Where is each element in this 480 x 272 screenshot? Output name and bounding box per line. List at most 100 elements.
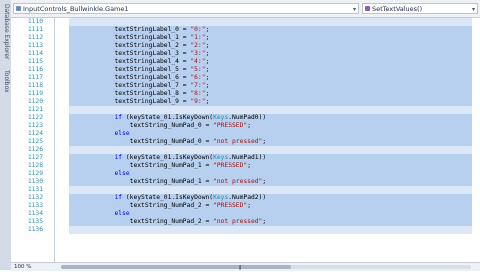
code-token: ; [262,218,267,225]
line-number: 1114 [27,50,43,57]
code-token: ; [205,50,210,57]
line-number: 1134 [27,210,43,217]
code-token: "3:" [190,50,206,57]
code-line[interactable]: 1128 textString_NumPad_1 = "PRESSED"; [11,162,480,170]
code-token: textString_NumPad_1 = [69,178,214,185]
code-line[interactable]: 1135 textString_NumPad_2 = "not pressed"… [11,218,480,226]
code-line[interactable]: 1136 [11,226,480,234]
code-token: if [69,154,123,161]
member-dropdown-label: SetTextValues() [372,5,423,13]
code-token: else [69,170,130,177]
code-token: "not pressed" [213,218,263,225]
code-line[interactable]: 1132 if (keyState_01.IsKeyDown(Keys.NumP… [11,194,480,202]
code-line[interactable]: 1129 else [11,170,480,178]
line-number: 1116 [27,66,43,73]
line-number: 1133 [27,202,43,209]
code-token: ; [205,74,210,81]
code-line[interactable]: 1122 if (keyState_01.IsKeyDown(Keys.NumP… [11,114,480,122]
code-token: .NumPad1)) [228,154,267,161]
code-text: else [69,130,472,138]
code-editor[interactable]: 1110 1111 textStringLabel_0 = "0:"; 1112 t… [11,18,480,262]
code-line[interactable]: 1125 textString_NumPad_0 = "not pressed"… [11,138,480,146]
code-text: textStringLabel_6 = "6:"; [69,74,472,82]
member-dropdown[interactable]: SetTextValues() ▾ [362,3,478,14]
code-line[interactable]: 1123 textString_NumPad_0 = "PRESSED"; [11,122,480,130]
code-text: textString_NumPad_2 = "not pressed"; [69,218,472,226]
code-line[interactable]: 1120 textStringLabel_9 = "9:"; [11,98,480,106]
code-text: textString_NumPad_2 = "PRESSED"; [69,202,472,210]
code-line[interactable]: 1111 textStringLabel_0 = "0:"; [11,26,480,34]
code-text: if (keyState_01.IsKeyDown(Keys.NumPad2)) [69,194,472,202]
code-token: "5:" [190,66,206,73]
code-token: ; [205,82,210,89]
line-number: 1123 [27,122,43,129]
code-text: textString_NumPad_0 = "not pressed"; [69,138,472,146]
code-line[interactable]: 1126 [11,146,480,154]
line-number: 1115 [27,58,43,65]
code-token: Keys [213,194,229,201]
code-line[interactable]: 1131 [11,186,480,194]
code-token: ; [205,34,210,41]
line-number: 1132 [27,194,43,201]
code-token: ; [247,122,251,129]
code-token: ; [247,162,251,169]
horizontal-scrollbar[interactable] [61,265,471,269]
code-line[interactable]: 1114 textStringLabel_3 = "3:"; [11,50,480,58]
code-line[interactable]: 1115 textStringLabel_4 = "4:"; [11,58,480,66]
code-line[interactable]: 1121 [11,106,480,114]
line-number: 1126 [27,146,43,153]
code-line[interactable]: 1112 textStringLabel_1 = "1:"; [11,34,480,42]
line-number: 1135 [27,218,43,225]
code-text: textStringLabel_4 = "4:"; [69,58,472,66]
code-line[interactable]: 1118 textStringLabel_7 = "7:"; [11,82,480,90]
line-number: 1112 [27,34,43,41]
chevron-down-icon: ▾ [352,6,356,13]
chevron-down-icon: ▾ [471,6,475,13]
code-text: textString_NumPad_1 = "not pressed"; [69,178,472,186]
code-token: textStringLabel_9 = [69,98,191,105]
code-token: textStringLabel_8 = [69,90,191,97]
code-token: textString_NumPad_1 = [69,162,214,169]
line-number: 1111 [27,26,43,33]
code-token: Keys [213,114,229,121]
code-text [69,18,472,26]
code-line[interactable]: 1117 textStringLabel_6 = "6:"; [11,74,480,82]
tab-toolbox[interactable]: Toolbox [1,70,10,93]
code-line[interactable]: 1119 textStringLabel_8 = "8:"; [11,90,480,98]
code-line[interactable]: 1113 textStringLabel_2 = "2:"; [11,42,480,50]
type-dropdown[interactable]: InputControls_Bullwinkle.Game1 ▾ [13,3,359,14]
code-line[interactable]: 1116 textStringLabel_5 = "5:"; [11,66,480,74]
code-token: ; [205,90,210,97]
code-line[interactable]: 1127 if (keyState_01.IsKeyDown(Keys.NumP… [11,154,480,162]
code-text: else [69,170,472,178]
code-token: .NumPad2)) [228,194,267,201]
code-token: "6:" [190,74,206,81]
code-text: textStringLabel_0 = "0:"; [69,26,472,34]
class-icon [16,6,21,11]
line-number: 1113 [27,42,43,49]
line-number: 1121 [27,106,43,113]
code-token: "not pressed" [213,138,263,145]
line-number: 1118 [27,82,43,89]
code-line[interactable]: 1133 textString_NumPad_2 = "PRESSED"; [11,202,480,210]
code-token: textStringLabel_3 = [69,50,191,57]
code-token: "8:" [190,90,206,97]
code-token: "4:" [190,58,206,65]
scrollbar-thumb[interactable] [61,265,291,269]
code-token: "9:" [190,98,206,105]
code-line[interactable]: 1124 else [11,130,480,138]
code-line[interactable]: 1110 [11,18,480,26]
code-text: textString_NumPad_0 = "PRESSED"; [69,122,472,130]
line-number: 1125 [27,138,43,145]
code-token: Keys [213,154,229,161]
line-number: 1120 [27,98,43,105]
line-number: 1110 [27,18,43,25]
tab-database-explorer[interactable]: Database Explorer [1,4,10,60]
code-line[interactable]: 1134 else [11,210,480,218]
code-token: "PRESSED" [213,202,248,209]
code-token: textString_NumPad_0 = [69,138,214,145]
code-token: if [69,194,123,201]
code-line[interactable]: 1130 textString_NumPad_1 = "not pressed"… [11,178,480,186]
code-text: textStringLabel_3 = "3:"; [69,50,472,58]
code-text: textStringLabel_2 = "2:"; [69,42,472,50]
